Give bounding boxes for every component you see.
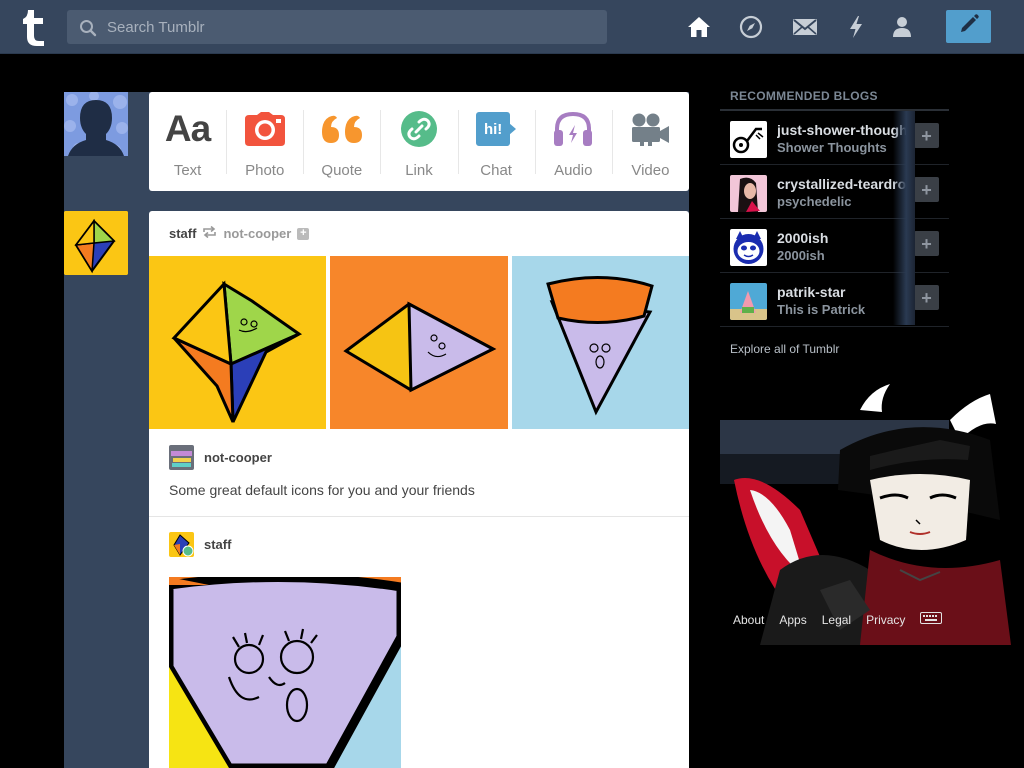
pencil-icon <box>958 13 980 40</box>
post-type-text[interactable]: Aa Text <box>149 92 226 191</box>
dashboard-avatar-column <box>64 92 149 768</box>
reblog-icon <box>202 225 217 241</box>
reblog-author-row: not-cooper <box>169 445 272 470</box>
blog-name[interactable]: crystallized-teardrops <box>777 176 912 192</box>
tumblr-logo-icon[interactable] <box>18 6 50 48</box>
chat-icon: hi! <box>474 110 518 148</box>
explore-icon[interactable] <box>738 14 764 40</box>
post-type-bar: Aa Text Photo Quote Link hi! Chat Audio … <box>149 92 689 191</box>
footer-links: About Apps Legal Privacy <box>733 612 943 627</box>
follow-button[interactable]: + <box>914 177 939 202</box>
photoset-image-3[interactable] <box>512 256 689 429</box>
post-type-quote[interactable]: Quote <box>303 92 380 191</box>
photoset-image-1[interactable] <box>149 256 326 429</box>
staff-avatar[interactable] <box>64 211 128 275</box>
post-divider <box>149 516 689 517</box>
text-icon: Aa <box>164 108 211 149</box>
blog-avatar[interactable] <box>730 229 767 266</box>
account-icon[interactable] <box>889 14 915 40</box>
not-cooper-avatar[interactable] <box>169 445 194 470</box>
explore-all-link[interactable]: Explore all of Tumblr <box>720 327 949 371</box>
activity-icon[interactable] <box>843 14 869 40</box>
post-type-photo[interactable]: Photo <box>226 92 303 191</box>
footer-legal-link[interactable]: Legal <box>822 613 851 627</box>
footer-privacy-link[interactable]: Privacy <box>866 613 905 627</box>
post-type-label: Audio <box>554 162 593 179</box>
post-type-label: Text <box>173 162 202 179</box>
blog-avatar[interactable] <box>730 121 767 158</box>
reblogged-from-link[interactable]: not-cooper <box>223 226 291 241</box>
post-type-link[interactable]: Link <box>380 92 457 191</box>
follow-plus-icon[interactable]: + <box>297 227 310 240</box>
follow-button[interactable]: + <box>914 285 939 310</box>
second-author-link[interactable]: staff <box>204 537 231 552</box>
headphones-icon <box>551 110 595 148</box>
link-icon <box>397 110 441 148</box>
dashboard-post: staff not-cooper + not-cooper Some great… <box>149 211 689 768</box>
post-type-chat[interactable]: hi! Chat <box>457 92 535 191</box>
post-type-label: Chat <box>480 162 512 179</box>
quote-icon <box>320 110 364 148</box>
post-type-label: Video <box>631 162 670 179</box>
recommended-blogs-title: RECOMMENDED BLOGS <box>720 85 949 111</box>
blog-description: This is Patrick <box>777 302 866 317</box>
home-icon[interactable] <box>686 14 712 40</box>
blog-description: psychedelic <box>777 194 852 209</box>
post-type-audio[interactable]: Audio <box>534 92 612 191</box>
search-input[interactable] <box>107 10 597 44</box>
compose-button[interactable] <box>946 10 991 43</box>
photoset-image-2[interactable] <box>330 256 508 429</box>
follow-button[interactable]: + <box>914 231 939 256</box>
reblog-author-link[interactable]: not-cooper <box>204 450 272 465</box>
inbox-icon[interactable] <box>792 14 818 40</box>
keyboard-icon[interactable] <box>920 612 943 627</box>
post-author-link[interactable]: staff <box>169 226 196 241</box>
blog-name[interactable]: 2000ish <box>777 230 912 246</box>
camera-icon <box>243 110 287 148</box>
footer-about-link[interactable]: About <box>733 613 764 627</box>
top-nav-bar <box>0 0 1024 54</box>
post-header: staff not-cooper + <box>169 225 310 241</box>
blog-description: 2000ish <box>777 248 825 263</box>
blog-avatar[interactable] <box>730 283 767 320</box>
radar-image[interactable] <box>720 380 1011 645</box>
video-camera-icon <box>628 110 672 148</box>
search-box[interactable] <box>67 10 607 44</box>
blog-description: Shower Thoughts <box>777 140 887 155</box>
recommended-fade-overlay <box>893 111 915 325</box>
staff-mini-avatar[interactable] <box>169 532 194 557</box>
footer-apps-link[interactable]: Apps <box>779 613 806 627</box>
post-body-text: Some great default icons for you and you… <box>169 482 475 498</box>
photoset[interactable] <box>149 256 689 429</box>
second-author-row: staff <box>169 532 231 557</box>
post-type-video[interactable]: Video <box>611 92 689 191</box>
follow-button[interactable]: + <box>914 123 939 148</box>
my-avatar[interactable] <box>64 92 128 156</box>
search-icon <box>79 19 97 37</box>
post-image-large[interactable] <box>169 577 401 768</box>
post-type-label: Quote <box>321 162 363 179</box>
blog-name[interactable]: just-shower-thoughts <box>777 122 912 138</box>
blog-name[interactable]: patrik-star <box>777 284 912 300</box>
blog-avatar[interactable] <box>730 175 767 212</box>
post-type-label: Photo <box>245 162 285 179</box>
post-type-label: Link <box>405 162 433 179</box>
